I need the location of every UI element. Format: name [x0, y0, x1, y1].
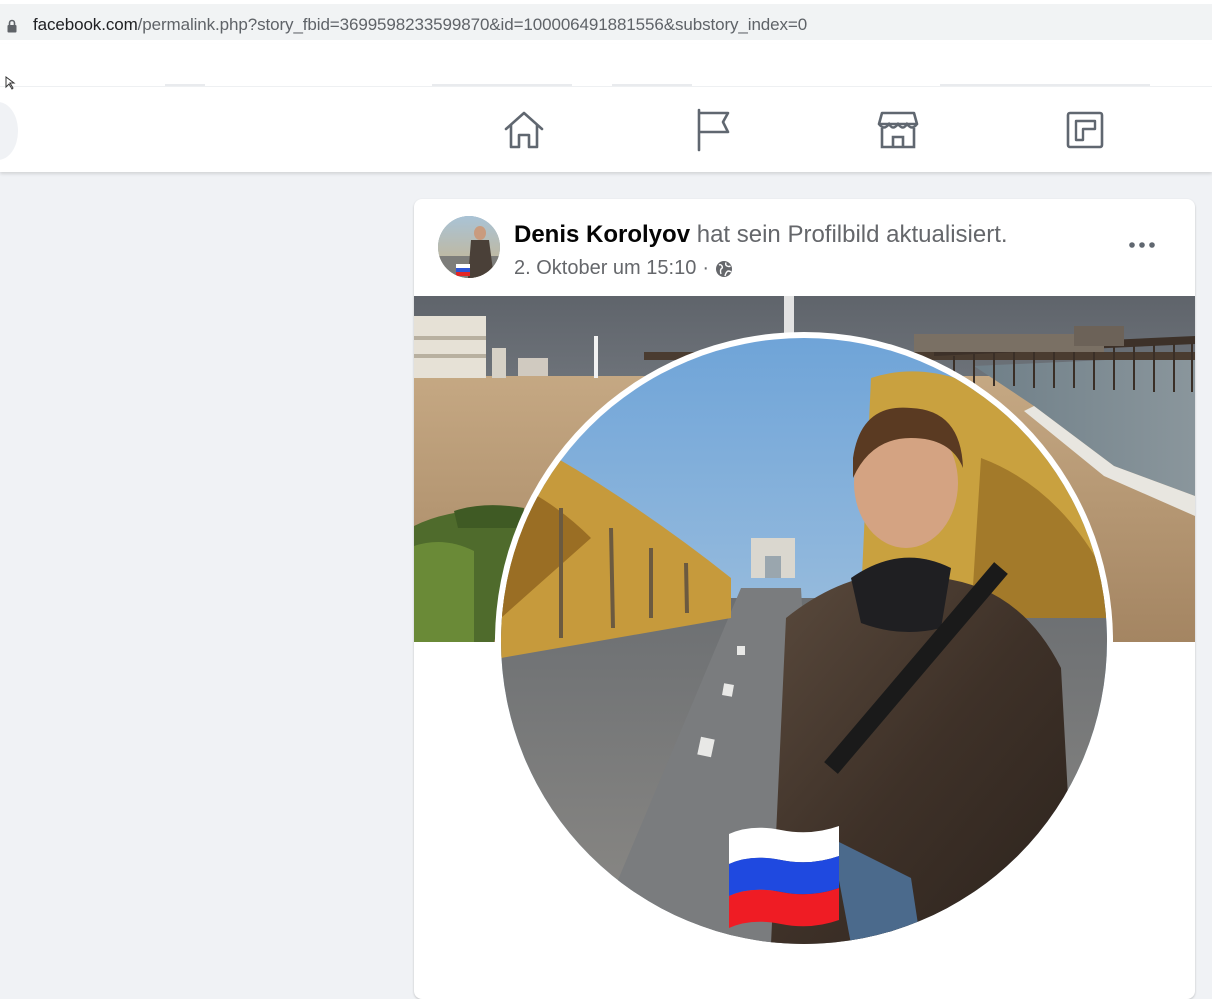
post-meta: 2. Oktober um 15:10 · [514, 257, 733, 280]
globe-icon[interactable] [715, 260, 733, 278]
gaming-icon [1066, 111, 1104, 149]
mouse-cursor-icon [5, 76, 16, 90]
url-path: /permalink.php?story_fbid=36995982335998… [137, 15, 808, 34]
home-tab[interactable] [502, 108, 546, 152]
browser-address-bar: facebook.com/permalink.php?story_fbid=36… [0, 0, 1212, 44]
profile-picture-image [501, 338, 1107, 944]
street-portrait-photo [501, 338, 1107, 944]
author-name-link[interactable]: Denis Korolyov [514, 221, 690, 248]
url-text[interactable]: facebook.com/permalink.php?story_fbid=36… [33, 15, 807, 35]
more-options-icon [1129, 242, 1155, 248]
search-button[interactable] [0, 102, 18, 160]
more-options-button[interactable] [1122, 227, 1162, 263]
post-timestamp-link[interactable]: 2. Oktober um 15:10 [514, 257, 696, 280]
home-icon [504, 111, 544, 149]
lock-icon [7, 19, 17, 33]
author-avatar[interactable] [438, 216, 500, 278]
faded-nav-row [0, 44, 1212, 87]
url-host: facebook.com [33, 15, 138, 34]
url-field[interactable]: facebook.com/permalink.php?story_fbid=36… [0, 4, 1212, 40]
post-card: Denis Korolyov hat sein Profilbild aktua… [414, 199, 1195, 999]
post-headline: Denis Korolyov hat sein Profilbild aktua… [514, 221, 1008, 249]
meta-separator: · [702, 257, 709, 279]
avatar-image [438, 216, 500, 278]
pages-tab[interactable] [690, 108, 734, 152]
top-navigation [0, 44, 1212, 172]
marketplace-tab[interactable] [876, 108, 920, 152]
pages-flag-icon [697, 108, 730, 152]
russia-flag-badge [729, 826, 839, 928]
post-action-text: hat sein Profilbild aktualisiert. [690, 221, 1008, 248]
profile-picture[interactable] [495, 332, 1113, 950]
gaming-tab[interactable] [1063, 108, 1107, 152]
marketplace-store-icon [877, 111, 919, 149]
